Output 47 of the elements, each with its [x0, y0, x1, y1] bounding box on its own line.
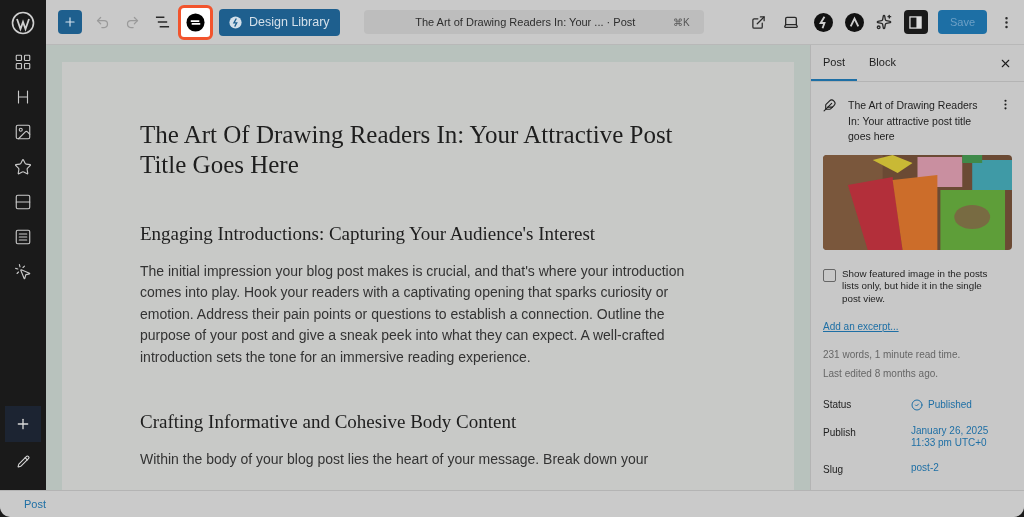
section-heading: Crafting Informative and Cohesive Body Content [140, 410, 518, 434]
peak-badge-icon[interactable] [844, 12, 864, 32]
plus-icon [63, 15, 77, 29]
bolt-badge-icon[interactable] [813, 12, 833, 32]
body-paragraph: Within the body of your blog post lies the heart of your message. Break down your [140, 449, 650, 469]
post-summary-title: The Art of Drawing Readers In: Your attractive post title goes here [848, 98, 979, 144]
field-label: Publish [823, 426, 857, 440]
field-value-link[interactable]: post-2 [911, 462, 939, 474]
sidebar-panel-icon [909, 15, 923, 29]
settings-toggle-button[interactable] [903, 10, 928, 34]
wordpress-logo-icon[interactable] [11, 10, 35, 35]
list-view-icon[interactable] [155, 16, 170, 28]
sidebar-tab[interactable]: Block [857, 45, 908, 81]
pencil-icon[interactable] [16, 455, 30, 468]
field-label: Status [823, 398, 853, 412]
laptop-icon[interactable] [782, 14, 799, 30]
bolt-icon [229, 15, 242, 29]
status-button[interactable]: Published [911, 397, 972, 412]
external-link-icon[interactable] [750, 14, 766, 30]
breadcrumb-link[interactable]: Post [24, 495, 46, 513]
pointer-icon[interactable] [14, 263, 32, 281]
image-icon[interactable] [14, 123, 32, 141]
post-title[interactable]: The Art Of Drawing Readers In: Your Attractive Post Title Goes Here [140, 120, 685, 180]
striped-circle-icon [186, 12, 205, 32]
patterns-icon[interactable] [14, 53, 32, 71]
plugin-tool-button[interactable] [178, 4, 213, 40]
command-bar[interactable]: The Art of Drawing Readers In: Your ... · Post ⌘K [363, 10, 704, 34]
section-heading: Engaging Introductions: Capturing Your Audience's Interest [140, 222, 597, 246]
post-stat: Last edited 8 months ago. [823, 367, 940, 381]
rows-icon[interactable] [14, 193, 32, 211]
star-icon[interactable] [14, 158, 32, 176]
check-circle-icon [911, 398, 923, 411]
sidebar-tab[interactable]: Post [811, 45, 857, 81]
checkbox[interactable] [823, 268, 836, 282]
field-value-link[interactable]: January 26, 2025 11:33 pm UTC+0 [911, 425, 989, 449]
post-stat: 231 words, 1 minute read time. [823, 348, 962, 362]
feather-icon [823, 99, 836, 112]
body-paragraph: The initial impression your blog post makes is crucial, and that's where your introduction comes into play. Hook your readers with a captivating opening that sparks curiosity or emotion. Address their pain points or questions to establish a connection. Outline the purpose of your post and give a sneak peek into what they can expect. A well-crafted introduction sets the tone for an immersive reading experience. [140, 261, 686, 367]
checkbox-label: Show featured image in the posts lists only, but hide it in the single post view. [842, 267, 989, 305]
plus-icon [15, 416, 31, 432]
design-library-button[interactable]: Design Library [219, 8, 340, 36]
excerpt-link[interactable]: Add an excerpt... [823, 319, 1012, 334]
list-icon[interactable] [14, 228, 32, 246]
field-label: Slug [823, 463, 844, 477]
sparkles-icon[interactable] [875, 14, 892, 30]
add-block-button[interactable] [58, 10, 82, 34]
add-button[interactable] [5, 406, 41, 442]
